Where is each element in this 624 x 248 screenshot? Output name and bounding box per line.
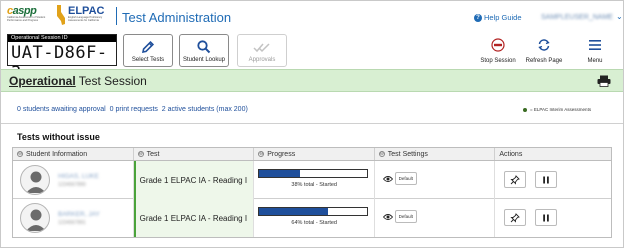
app-title: Test Administration (122, 10, 232, 25)
avatar-icon (20, 165, 50, 195)
eye-icon[interactable] (382, 213, 393, 221)
print-requests-link[interactable]: print requests (114, 106, 157, 113)
pencil-icon (124, 39, 172, 55)
top-header: caspp California Assessment of Student P… (1, 1, 623, 31)
test-cell: Grade 1 ELPAC IA - Reading I (133, 161, 255, 199)
test-settings-cell: Default (375, 199, 496, 237)
student-id: 1234567891 (58, 220, 86, 226)
session-bar: Operational Test Session (1, 69, 623, 92)
student-info-cell: HIGAS, LUKE 1234567890 (13, 161, 134, 199)
pause-icon (543, 214, 550, 221)
search-icon (180, 39, 228, 55)
session-id-box: Operational Session ID UAT-D86F-3 (7, 34, 117, 83)
pause-button[interactable] (535, 171, 558, 188)
chevron-down-icon: ⌄ (615, 12, 623, 21)
progress-cell: 38% total - Started (254, 161, 375, 199)
progress-fill (259, 170, 301, 177)
toolbar: Operational Session ID UAT-D86F-3 Select… (1, 31, 623, 83)
avatar-icon (20, 203, 50, 233)
sort-icon: ⊖ (137, 151, 144, 157)
awaiting-approval-link[interactable]: students awaiting approval (21, 106, 106, 113)
column-test[interactable]: ⊖ Test (134, 148, 255, 160)
hamburger-icon (570, 38, 620, 54)
settings-default-button[interactable]: Default (394, 172, 417, 185)
print-icon[interactable] (597, 75, 611, 87)
pause-button[interactable] (535, 209, 558, 226)
test-name: Grade 1 ELPAC IA - Reading I (139, 176, 248, 185)
session-title: Operational Test Session (9, 74, 147, 88)
test-name: Grade 1 ELPAC IA - Reading I (139, 214, 248, 223)
table-row: HIGAS, LUKE 1234567890 Grade 1 ELPAC IA … (13, 161, 611, 199)
select-tests-button[interactable]: Select Tests (123, 34, 173, 67)
progress-fill (259, 208, 329, 215)
header-divider (116, 7, 117, 25)
help-guide-link[interactable]: ? Help Guide (474, 13, 522, 22)
pin-icon (510, 212, 521, 223)
user-name: SAMPLEUSER_NAME (541, 14, 613, 21)
progress-bar (258, 169, 369, 178)
menu-button[interactable]: Menu (570, 36, 620, 66)
progress-text: 38% total - Started (291, 182, 337, 188)
elpac-logo[interactable]: ELPAC English Language Proficiency Asses… (56, 4, 112, 28)
tests-table: ⊖ Student Information ⊖ Test ⊖ Progress ⊖ Te… (12, 147, 612, 238)
stop-session-button[interactable]: Stop Session (473, 36, 523, 66)
pin-button[interactable] (504, 171, 527, 188)
approvals-button[interactable]: Approvals (237, 34, 287, 67)
double-check-icon (238, 39, 286, 55)
test-cell: Grade 1 ELPAC IA - Reading I (133, 199, 255, 237)
eye-icon[interactable] (382, 175, 393, 183)
caaspp-logo[interactable]: caspp California Assessment of Student P… (7, 5, 51, 25)
session-stats: 0 students awaiting approval 0 print req… (1, 98, 623, 124)
progress-bar (258, 207, 369, 216)
refresh-page-button[interactable]: Refresh Page (519, 36, 569, 66)
pin-button[interactable] (504, 209, 527, 226)
test-settings-cell: Default (375, 161, 496, 199)
section-title: Tests without issue (17, 132, 100, 142)
actions-cell (495, 161, 611, 199)
progress-cell: 64% total - Started (254, 199, 375, 237)
active-students-label: active students (max 200) (165, 106, 248, 113)
column-progress[interactable]: ⊖ Progress (254, 148, 375, 160)
actions-cell (495, 199, 611, 237)
sort-icon: ⊖ (378, 151, 385, 157)
student-name[interactable]: BARKER, JAY (58, 211, 100, 218)
user-menu[interactable]: SAMPLEUSER_NAME ⌄ (541, 12, 623, 22)
column-student-information[interactable]: ⊖ Student Information (13, 148, 134, 160)
pause-icon (543, 176, 550, 183)
student-name[interactable]: HIGAS, LUKE (58, 173, 99, 180)
stop-sign-icon (473, 38, 523, 54)
column-actions: Actions (499, 150, 523, 158)
sort-icon: ⊖ (258, 151, 265, 157)
legend: = ELPAC Interim Assessments (523, 107, 591, 112)
pin-icon (510, 174, 521, 185)
refresh-icon (519, 38, 569, 54)
sort-icon: ⊖ (17, 151, 23, 157)
legend-dot-icon (523, 107, 527, 112)
app-window: caspp California Assessment of Student P… (0, 0, 624, 248)
help-icon: ? (474, 13, 482, 22)
student-info-cell: BARKER, JAY 1234567891 (13, 199, 134, 237)
settings-default-button[interactable]: Default (394, 210, 417, 223)
student-lookup-button[interactable]: Student Lookup (179, 34, 229, 67)
table-header: ⊖ Student Information ⊖ Test ⊖ Progress ⊖ Te… (13, 148, 611, 161)
student-id: 1234567890 (58, 182, 86, 188)
progress-text: 64% total - Started (291, 220, 337, 226)
california-state-icon (57, 5, 65, 25)
table-row: BARKER, JAY 1234567891 Grade 1 ELPAC IA … (13, 199, 611, 237)
column-test-settings[interactable]: ⊖ Test Settings (375, 148, 496, 160)
